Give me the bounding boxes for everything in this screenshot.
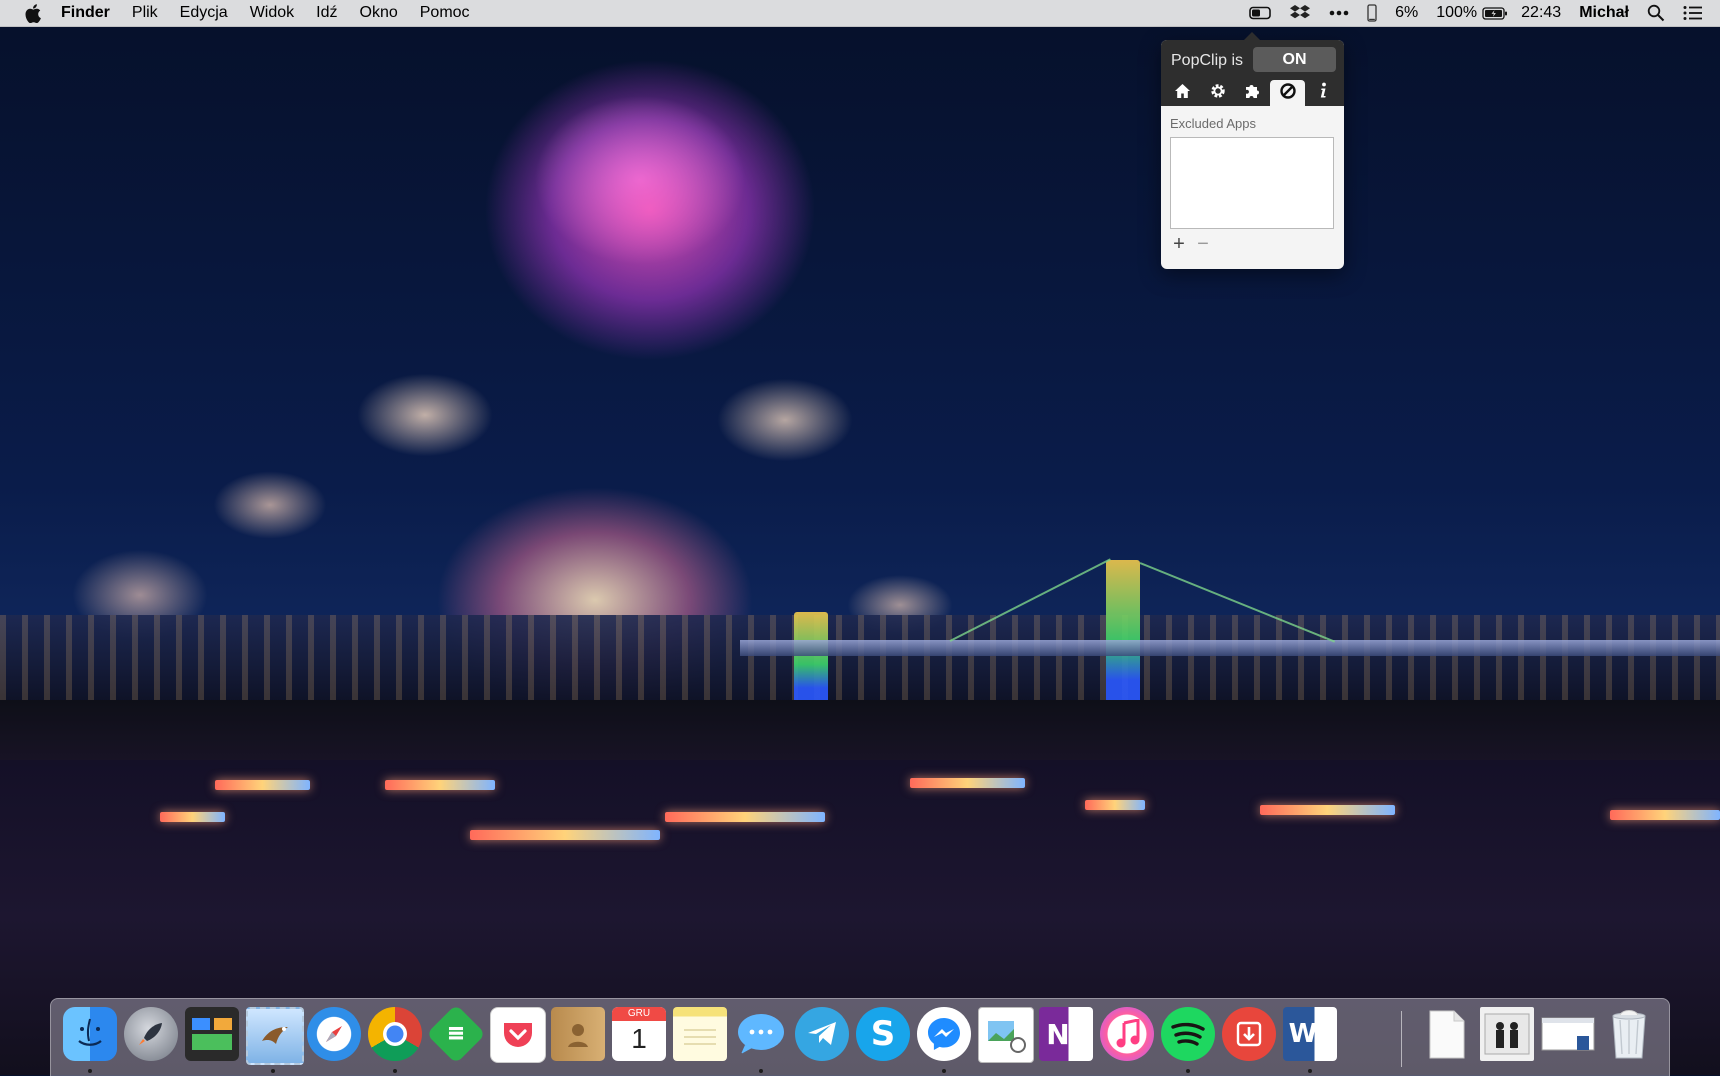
dock: GRU 1 S N W xyxy=(50,998,1670,1076)
preview-icon[interactable] xyxy=(978,1007,1034,1063)
tab-extensions[interactable] xyxy=(1235,80,1270,106)
tab-home[interactable] xyxy=(1165,80,1200,106)
boat xyxy=(910,778,1025,788)
menu-bar-left: Finder Plik Edycja Widok Idź Okno Pomoc xyxy=(0,0,481,26)
bridge-tower-right xyxy=(1106,560,1140,710)
remove-app-button[interactable]: − xyxy=(1194,234,1212,254)
add-app-button[interactable]: + xyxy=(1170,234,1188,254)
running-indicator xyxy=(393,1069,397,1073)
messenger-icon[interactable] xyxy=(917,1007,971,1061)
excluded-apps-list[interactable] xyxy=(1170,137,1334,229)
boat xyxy=(1610,810,1720,820)
skype-glyph: S xyxy=(870,1014,896,1054)
menu-okno[interactable]: Okno xyxy=(349,0,409,26)
contacts-icon[interactable] xyxy=(551,1007,605,1061)
running-indicator xyxy=(759,1069,763,1073)
list-buttons: + − xyxy=(1170,234,1335,254)
popclip-menu-icon[interactable] xyxy=(1240,0,1280,26)
running-indicator xyxy=(1308,1069,1312,1073)
battery-status[interactable]: 100% xyxy=(1427,0,1512,26)
telegram-icon[interactable] xyxy=(795,1007,849,1061)
boat xyxy=(215,780,310,790)
itunes-icon[interactable] xyxy=(1100,1007,1154,1061)
tab-settings[interactable] xyxy=(1200,80,1235,106)
popclip-status-label: PopClip is xyxy=(1171,52,1244,69)
dock-separator xyxy=(1401,1011,1402,1067)
downloader-icon[interactable] xyxy=(1222,1007,1276,1061)
running-indicator xyxy=(88,1069,92,1073)
menu-bar: Finder Plik Edycja Widok Idź Okno Pomoc … xyxy=(0,0,1720,27)
popover-arrow xyxy=(1244,32,1260,40)
gear-icon xyxy=(1209,82,1227,105)
user-account-menu[interactable]: Michał xyxy=(1570,0,1638,26)
word-icon[interactable]: W xyxy=(1283,1007,1337,1061)
tab-info[interactable] xyxy=(1305,80,1340,106)
chrome-icon[interactable] xyxy=(368,1007,422,1061)
popclip-on-toggle[interactable]: ON xyxy=(1253,47,1336,72)
clock[interactable]: 22:43 xyxy=(1512,0,1570,26)
menu-widok[interactable]: Widok xyxy=(239,0,305,26)
skype-icon[interactable]: S xyxy=(856,1007,910,1061)
finder-icon[interactable] xyxy=(63,1007,117,1061)
dock-icons: GRU 1 S N W xyxy=(51,999,1669,1076)
rainbow-bridge xyxy=(740,640,1720,656)
boat xyxy=(470,830,660,840)
info-icon xyxy=(1318,82,1328,104)
feedly-icon[interactable] xyxy=(426,1004,486,1064)
desktop-wallpaper xyxy=(0,0,1720,1075)
menu-plik[interactable]: Plik xyxy=(121,0,169,26)
trash-icon[interactable] xyxy=(1602,1007,1656,1061)
window-stack-icon[interactable] xyxy=(1541,1007,1595,1061)
boat xyxy=(160,812,225,822)
downloads-stack-icon[interactable] xyxy=(1480,1007,1534,1061)
notes-icon[interactable] xyxy=(673,1007,727,1061)
notification-center-icon[interactable] xyxy=(1674,0,1712,26)
mission-control-icon[interactable] xyxy=(185,1007,239,1061)
apple-icon[interactable] xyxy=(16,0,50,26)
prohibited-icon xyxy=(1279,82,1297,105)
popclip-header: PopClip is ON xyxy=(1161,40,1344,106)
phone-battery-icon[interactable] xyxy=(1358,0,1386,26)
popclip-body: Excluded Apps + − xyxy=(1161,106,1344,254)
safari-icon[interactable] xyxy=(307,1007,361,1061)
menu-idz[interactable]: Idź xyxy=(305,0,348,26)
battery-percent: 100% xyxy=(1436,4,1478,21)
word-glyph: W xyxy=(1288,1019,1318,1049)
calendar-icon[interactable]: GRU 1 xyxy=(612,1007,666,1061)
calendar-month: GRU xyxy=(612,1007,666,1021)
dropbox-icon[interactable] xyxy=(1280,0,1320,26)
popclip-tabs xyxy=(1165,80,1340,106)
tab-excluded-apps[interactable] xyxy=(1270,80,1305,106)
menu-finder[interactable]: Finder xyxy=(50,0,121,26)
launchpad-icon[interactable] xyxy=(124,1007,178,1061)
boat xyxy=(385,780,495,790)
menu-bar-status: 6% 100% 22:43 Michał xyxy=(1240,0,1712,26)
running-indicator xyxy=(271,1069,275,1073)
puzzle-icon xyxy=(1244,82,1261,104)
popclip-popover: PopClip is ON Excluded Apps + − xyxy=(1161,32,1344,269)
phone-battery-percent: 6% xyxy=(1395,4,1419,21)
running-indicator xyxy=(1186,1069,1190,1073)
pocket-icon[interactable] xyxy=(490,1007,546,1063)
bridge-tower-left xyxy=(794,612,828,707)
more-icon[interactable] xyxy=(1320,0,1358,26)
battery-icon xyxy=(1482,6,1508,20)
boat xyxy=(1085,800,1145,810)
boat xyxy=(1260,805,1395,815)
documents-stack-icon[interactable] xyxy=(1419,1007,1473,1061)
mail-icon[interactable] xyxy=(246,1007,304,1065)
onenote-icon[interactable]: N xyxy=(1039,1007,1093,1061)
running-indicator xyxy=(942,1069,946,1073)
menu-pomoc[interactable]: Pomoc xyxy=(409,0,481,26)
calendar-day: 1 xyxy=(631,1023,647,1054)
excluded-apps-label: Excluded Apps xyxy=(1170,116,1257,131)
boat xyxy=(665,812,825,822)
onenote-glyph: N xyxy=(1046,1017,1070,1051)
spotlight-icon[interactable] xyxy=(1638,0,1674,26)
messages-icon[interactable] xyxy=(734,1007,788,1061)
menu-edycja[interactable]: Edycja xyxy=(169,0,239,26)
home-icon xyxy=(1174,83,1191,104)
spotify-icon[interactable] xyxy=(1161,1007,1215,1061)
